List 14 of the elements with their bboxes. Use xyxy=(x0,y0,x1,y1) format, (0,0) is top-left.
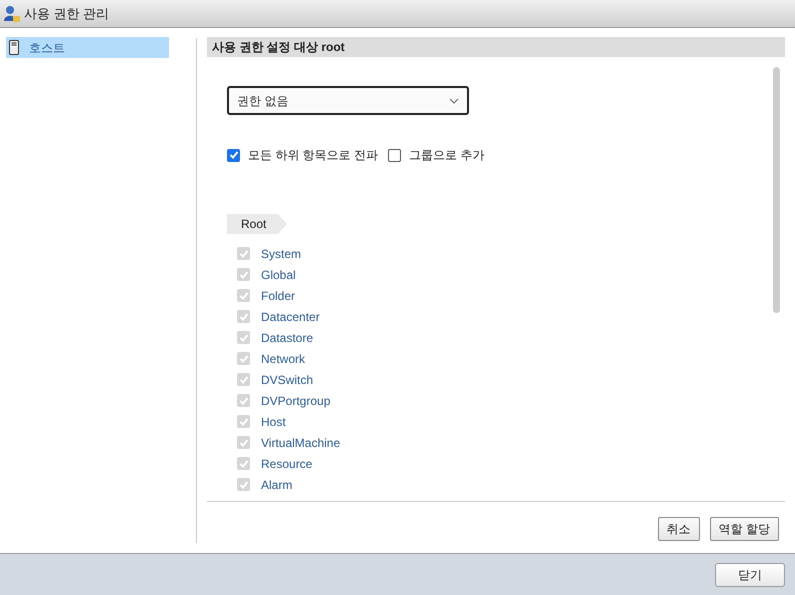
window-title: 사용 권한 관리 xyxy=(24,4,110,23)
checkbox[interactable] xyxy=(227,148,240,162)
role-dropdown[interactable]: 권한 없음 xyxy=(227,86,469,115)
server-icon xyxy=(9,40,19,55)
dialog-button[interactable]: 역할 할당 xyxy=(710,517,779,541)
dialog-button[interactable]: 취소 xyxy=(658,517,700,541)
checkbox-label: 모든 하위 항목으로 전파 xyxy=(248,147,378,164)
dialog-button[interactable]: 닫기 xyxy=(715,562,785,586)
sidebar-item[interactable]: 호스트 xyxy=(6,37,169,58)
chevron-down-icon xyxy=(449,98,459,104)
panel-header: 사용 권한 설정 대상 root xyxy=(207,37,785,57)
checkbox-label: 그룹으로 추가 xyxy=(409,147,484,164)
breadcrumb-item[interactable]: Root xyxy=(227,214,287,234)
checkbox[interactable] xyxy=(388,148,402,162)
